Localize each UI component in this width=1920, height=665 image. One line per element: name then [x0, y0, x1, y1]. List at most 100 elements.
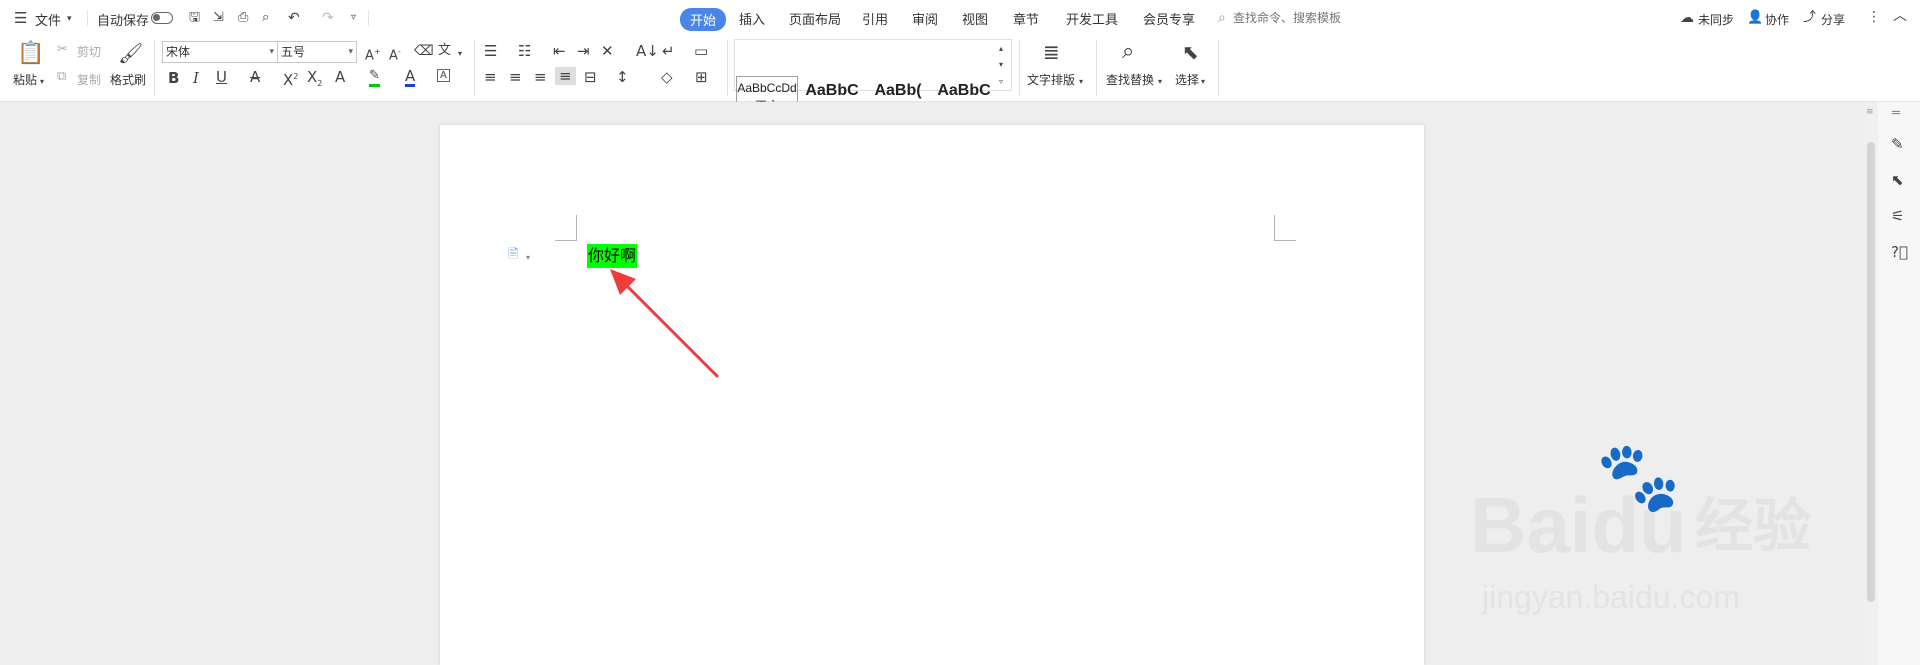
align-left-icon[interactable]: ≡ — [484, 69, 497, 85]
settings-sliders-icon[interactable]: ⚟ — [1891, 208, 1904, 224]
share-icon[interactable]: ⤴ — [1803, 10, 1816, 26]
highlight-color-icon[interactable]: ✎ — [369, 68, 380, 87]
sync-status[interactable]: 未同步 — [1698, 11, 1734, 28]
underline-icon[interactable]: U — [216, 69, 227, 85]
select-button[interactable]: 选择 — [1175, 71, 1199, 88]
copy-icon[interactable]: ⧉ — [57, 69, 66, 85]
hamburger-menu-icon[interactable]: ☰ — [14, 10, 27, 26]
italic-icon[interactable]: I — [193, 70, 199, 86]
sort-icon[interactable]: A↓ — [636, 43, 659, 59]
style-scroll-down-icon[interactable]: ▾ — [999, 57, 1003, 73]
clear-format-icon[interactable]: ⌫ — [414, 43, 434, 59]
tab-8[interactable]: 会员专享 — [1143, 9, 1195, 28]
grow-font-icon[interactable]: A+ — [365, 44, 381, 64]
file-menu[interactable]: 文件 — [35, 10, 61, 29]
numbered-list-icon[interactable]: ☷ — [518, 43, 531, 59]
phonetic-dropdown-icon[interactable]: ▾ — [458, 46, 462, 62]
tab-5[interactable]: 视图 — [962, 9, 988, 28]
text-effect-icon[interactable]: A — [335, 69, 345, 85]
command-search-input[interactable] — [1233, 9, 1393, 27]
collapse-ribbon-icon[interactable]: ︿ — [1893, 8, 1907, 24]
document-page[interactable]: 🗎 ▾ 你好啊 — [440, 125, 1424, 665]
baidu-jingyan-watermark: Baidu 🐾 经验 jingyan.baidu.com — [1470, 443, 1830, 635]
watermark-jingyan: 经验 — [1695, 494, 1812, 559]
select-pointer-icon[interactable]: ⬉ — [1891, 172, 1904, 188]
tab-1[interactable]: 插入 — [739, 9, 765, 28]
export-icon[interactable]: ⇲ — [213, 10, 224, 26]
paragraph-layout-dropdown-icon[interactable]: ▾ — [526, 250, 530, 266]
style-expand-icon[interactable]: ▿ — [999, 74, 1003, 90]
shading-icon[interactable]: ◇ — [661, 69, 673, 85]
autosave-label: 自动保存 — [97, 14, 150, 29]
align-center-icon[interactable]: ≡ — [509, 69, 522, 85]
tab-4[interactable]: 审阅 — [912, 9, 938, 28]
undo-icon[interactable]: ↶ — [288, 10, 300, 26]
chevron-down-icon[interactable]: ▾ — [67, 11, 72, 27]
paragraph-layout-icon[interactable]: 🗎 — [508, 247, 518, 263]
style-scroll-up-icon[interactable]: ▴ — [999, 41, 1003, 57]
format-painter-icon[interactable]: 🖌 — [118, 42, 143, 64]
bullet-list-icon[interactable]: ☰ — [484, 43, 497, 59]
align-right-icon[interactable]: ≡ — [534, 69, 547, 85]
strikethrough-icon[interactable]: A — [250, 69, 260, 85]
text-layout-dropdown-icon[interactable]: ▾ — [1079, 74, 1083, 90]
margin-corner-top-right — [1274, 215, 1296, 241]
collab-icon[interactable]: 👤 — [1747, 10, 1763, 26]
cut-icon[interactable]: ✂ — [57, 42, 68, 58]
tab-2[interactable]: 页面布局 — [789, 9, 841, 28]
line-spacing-icon[interactable]: ↕ — [616, 69, 629, 85]
font-name-select[interactable]: 宋体 ▾ — [162, 41, 278, 63]
select-cursor-icon[interactable]: ⬉ — [1182, 41, 1199, 63]
ruler-icon[interactable]: ▭ — [694, 43, 708, 59]
tab-3[interactable]: 引用 — [862, 9, 888, 28]
select-dropdown-icon[interactable]: ▾ — [1201, 74, 1205, 90]
phonetic-guide-icon[interactable]: 文 — [438, 43, 451, 59]
split-icon[interactable]: ≡ — [1866, 104, 1874, 120]
format-painter-button[interactable]: 格式刷 — [110, 71, 146, 88]
scrollbar-thumb[interactable] — [1867, 142, 1875, 602]
char-border-icon[interactable]: A — [437, 69, 450, 82]
sidebar-collapse-icon[interactable]: ═ — [1892, 106, 1900, 122]
cloud-sync-icon[interactable]: ☁ — [1680, 10, 1694, 26]
more-icon[interactable]: ⋮ — [1867, 9, 1881, 25]
paste-dropdown-icon[interactable]: ▾ — [40, 74, 44, 90]
text-layout-button[interactable]: 文字排版 — [1027, 71, 1075, 88]
find-replace-button[interactable]: 查找替换 — [1106, 71, 1154, 88]
autosave-toggle[interactable] — [151, 12, 173, 24]
bold-icon[interactable]: B — [168, 70, 179, 86]
justify-icon[interactable]: ≡ — [555, 67, 576, 85]
font-color-icon[interactable]: A — [405, 68, 416, 87]
shrink-font-icon[interactable]: A- — [389, 44, 401, 64]
paste-button[interactable]: 粘贴 — [13, 71, 37, 88]
font-size-select[interactable]: 五号 ▾ — [277, 41, 357, 63]
share-button[interactable]: 分享 — [1821, 11, 1845, 28]
paste-icon[interactable]: 📋 — [17, 42, 44, 66]
distributed-icon[interactable]: ⊟ — [584, 69, 597, 85]
print-preview-icon[interactable]: ⌕ — [262, 10, 269, 26]
show-marks-icon[interactable]: ↵ — [662, 43, 675, 59]
chinese-layout-icon[interactable]: ✕ — [601, 43, 614, 59]
help-icon[interactable]: ?⃝ — [1891, 244, 1908, 260]
text-layout-icon[interactable]: ≣ — [1043, 41, 1060, 63]
style-sample: AaBb( — [874, 82, 922, 99]
find-dropdown-icon[interactable]: ▾ — [1158, 74, 1162, 90]
customize-quickbar-icon[interactable]: ▿ — [351, 10, 356, 26]
save-icon[interactable]: 🖫 — [189, 10, 200, 26]
copy-button[interactable]: 复制 — [77, 71, 101, 88]
borders-icon[interactable]: ⊞ — [695, 69, 708, 85]
increase-indent-icon[interactable]: ⇥ — [577, 43, 590, 59]
tab-0[interactable]: 开始 — [680, 8, 727, 31]
decrease-indent-icon[interactable]: ⇤ — [553, 43, 566, 59]
tab-6[interactable]: 章节 — [1013, 9, 1039, 28]
watermark-brand: Bai — [1470, 481, 1592, 569]
redo-icon[interactable]: ↷ — [322, 10, 334, 26]
subscript-icon[interactable]: X2 — [307, 69, 322, 92]
print-icon[interactable]: ⎙ — [238, 10, 248, 26]
edit-pen-icon[interactable]: ✎ — [1891, 136, 1904, 152]
find-replace-icon[interactable]: ⌕ — [1122, 40, 1134, 64]
cut-button[interactable]: 剪切 — [77, 43, 101, 60]
collab-button[interactable]: 协作 — [1765, 11, 1789, 28]
tab-7[interactable]: 开发工具 — [1066, 9, 1118, 28]
superscript-icon[interactable]: X2 — [283, 69, 298, 88]
vertical-scrollbar[interactable]: ≡ — [1864, 102, 1878, 665]
